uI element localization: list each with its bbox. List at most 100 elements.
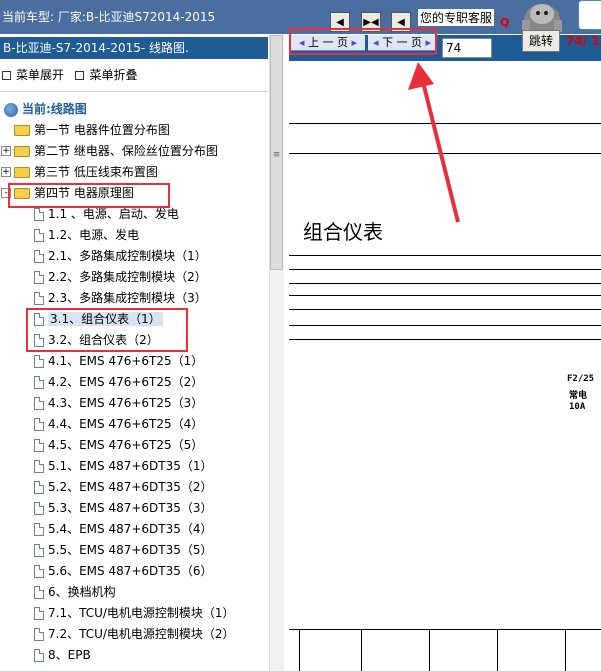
grid-line [299,630,300,671]
tree-item[interactable]: 5.2、EMS 487+6DT35（2） [34,477,213,497]
square-icon [2,71,11,80]
tree-item-label: 7.2、TCU/电机电源控制模块（2） [48,627,235,641]
tree-item-label: 5.3、EMS 487+6DT35（3） [48,501,213,515]
diagram-line [289,325,601,326]
document-icon [34,481,44,494]
tree-item-label: 4.4、EMS 476+6T25（4） [48,417,204,431]
diagram-grid [289,629,601,671]
tree-item-label: 6、换档机构 [48,585,116,599]
tree-item-label: 8、EPB [48,648,91,662]
grid-line [565,630,566,671]
current-vehicle-label: 当前车型: 厂家:B-比亚迪S72014-2015 [2,10,216,24]
collapse-all-button[interactable]: 菜单折叠 [75,68,137,82]
tree-folder[interactable]: + 第三节 低压线束布置图 [1,162,158,182]
tree-item-label: 2.2、多路集成控制模块（2） [48,270,207,284]
tree-item[interactable]: 1.2、电源、发电 [34,225,139,245]
document-icon [34,250,44,263]
document-icon [34,355,44,368]
document-icon [34,271,44,284]
jump-button[interactable]: 跳转 [522,30,560,52]
document-icon [34,229,44,242]
tree-item-label: 5.4、EMS 487+6DT35（4） [48,522,213,536]
tree-item-label: 4.3、EMS 476+6T25（3） [48,396,204,410]
tree-item[interactable]: 8、EPB [34,645,91,665]
chat-widget[interactable] [578,0,601,30]
document-icon [34,418,44,431]
page-number-input[interactable] [442,38,492,58]
grid-line [361,630,362,671]
document-icon [34,502,44,515]
tree-item[interactable]: 7.1、TCU/电机电源控制模块（1） [34,603,235,623]
tree-item[interactable]: 4.5、EMS 476+6T25（5） [34,435,203,455]
tree-folder[interactable]: 第一节 电器件位置分布图 [14,120,170,140]
annotation-arrow [408,62,460,223]
globe-icon [4,102,18,117]
folder-icon [14,167,30,178]
grid-line [497,630,498,671]
grid-line [429,630,430,671]
diagram-line [289,269,601,270]
expand-icon[interactable]: + [1,146,11,156]
tree-item-label: 2.1、多路集成控制模块（1） [48,249,207,263]
document-icon [34,628,44,641]
document-icon [34,292,44,305]
tree-item-label: 1.2、电源、发电 [48,228,140,242]
diagram-line [289,339,601,340]
tree-item[interactable]: 4.2、EMS 476+6T25（2） [34,372,203,392]
tree-item[interactable]: 6、换档机构 [34,582,116,602]
fuse-rating: 10A [569,402,586,412]
tree-item-label: 4.2、EMS 476+6T25（2） [48,375,204,389]
tree-root[interactable]: 当前:线路图 [4,99,87,119]
diagram-line [289,255,601,256]
tree-item-label: 第三节 低压线束布置图 [34,165,158,179]
annotation-box-cluster [26,308,188,352]
tree-item-label: 5.5、EMS 487+6DT35（5） [48,543,213,557]
document-icon [34,376,44,389]
document-icon [34,523,44,536]
tree-item[interactable]: 4.3、EMS 476+6T25（3） [34,393,203,413]
mascot-icon [522,4,562,34]
page-count: 74/ 13 [566,34,601,48]
document-icon [34,649,44,662]
diagram-line [289,295,601,296]
tree-item[interactable]: 5.5、EMS 487+6DT35（5） [34,540,213,560]
tree-folder[interactable]: + 第二节 继电器、保险丝位置分布图 [1,141,218,161]
square-icon [75,71,85,80]
tree-item[interactable]: 5.1、EMS 487+6DT35（1） [34,456,213,476]
document-icon [34,544,44,557]
document-icon [34,439,44,452]
tree-item-label: 5.1、EMS 487+6DT35（1） [48,459,213,473]
diagram-line [289,309,601,310]
tree-item-label: 第二节 继电器、保险丝位置分布图 [34,144,218,158]
expand-icon[interactable]: + [1,167,11,177]
tree-item[interactable]: 7.2、TCU/电机电源控制模块（2） [34,624,235,644]
tree-item-label: 5.6、EMS 487+6DT35（6） [48,564,213,578]
document-icon [34,607,44,620]
service-qq-icon[interactable]: Q [500,16,509,29]
document-icon [34,208,44,221]
diagram-line [289,283,601,284]
tree-item[interactable]: 4.1、EMS 476+6T25（1） [34,351,203,371]
tree-item[interactable]: 4.4、EMS 476+6T25（4） [34,414,203,434]
folder-icon [14,146,30,157]
annotation-box-section4 [8,183,170,208]
tree-item-label: 2.3、多路集成控制模块（3） [48,291,207,305]
fuse-desc: 常电 [569,391,588,401]
menu-controls: 菜单展开 菜单折叠 [2,66,137,83]
tree-item-label: 4.5、EMS 476+6T25（5） [48,438,204,452]
tree-item-label: 7.1、TCU/电机电源控制模块（1） [48,606,235,620]
document-icon [34,397,44,410]
tree-item[interactable]: 5.4、EMS 487+6DT35（4） [34,519,213,539]
document-icon [34,460,44,473]
service-label[interactable]: 您的专职客服 [418,9,495,26]
divider [0,91,268,92]
document-icon [34,586,44,599]
tree-item[interactable]: 2.3、多路集成控制模块（3） [34,288,207,308]
fuse-id: F2/25 [567,374,595,384]
tree-item[interactable]: 5.6、EMS 487+6DT35（6） [34,561,213,581]
expand-all-button[interactable]: 菜单展开 [2,68,64,82]
tree-item-label: 1.1 、电源、启动、发电 [48,207,179,221]
tree-item[interactable]: 2.1、多路集成控制模块（1） [34,246,207,266]
tree-item[interactable]: 5.3、EMS 487+6DT35（3） [34,498,213,518]
tree-item[interactable]: 2.2、多路集成控制模块（2） [34,267,207,287]
